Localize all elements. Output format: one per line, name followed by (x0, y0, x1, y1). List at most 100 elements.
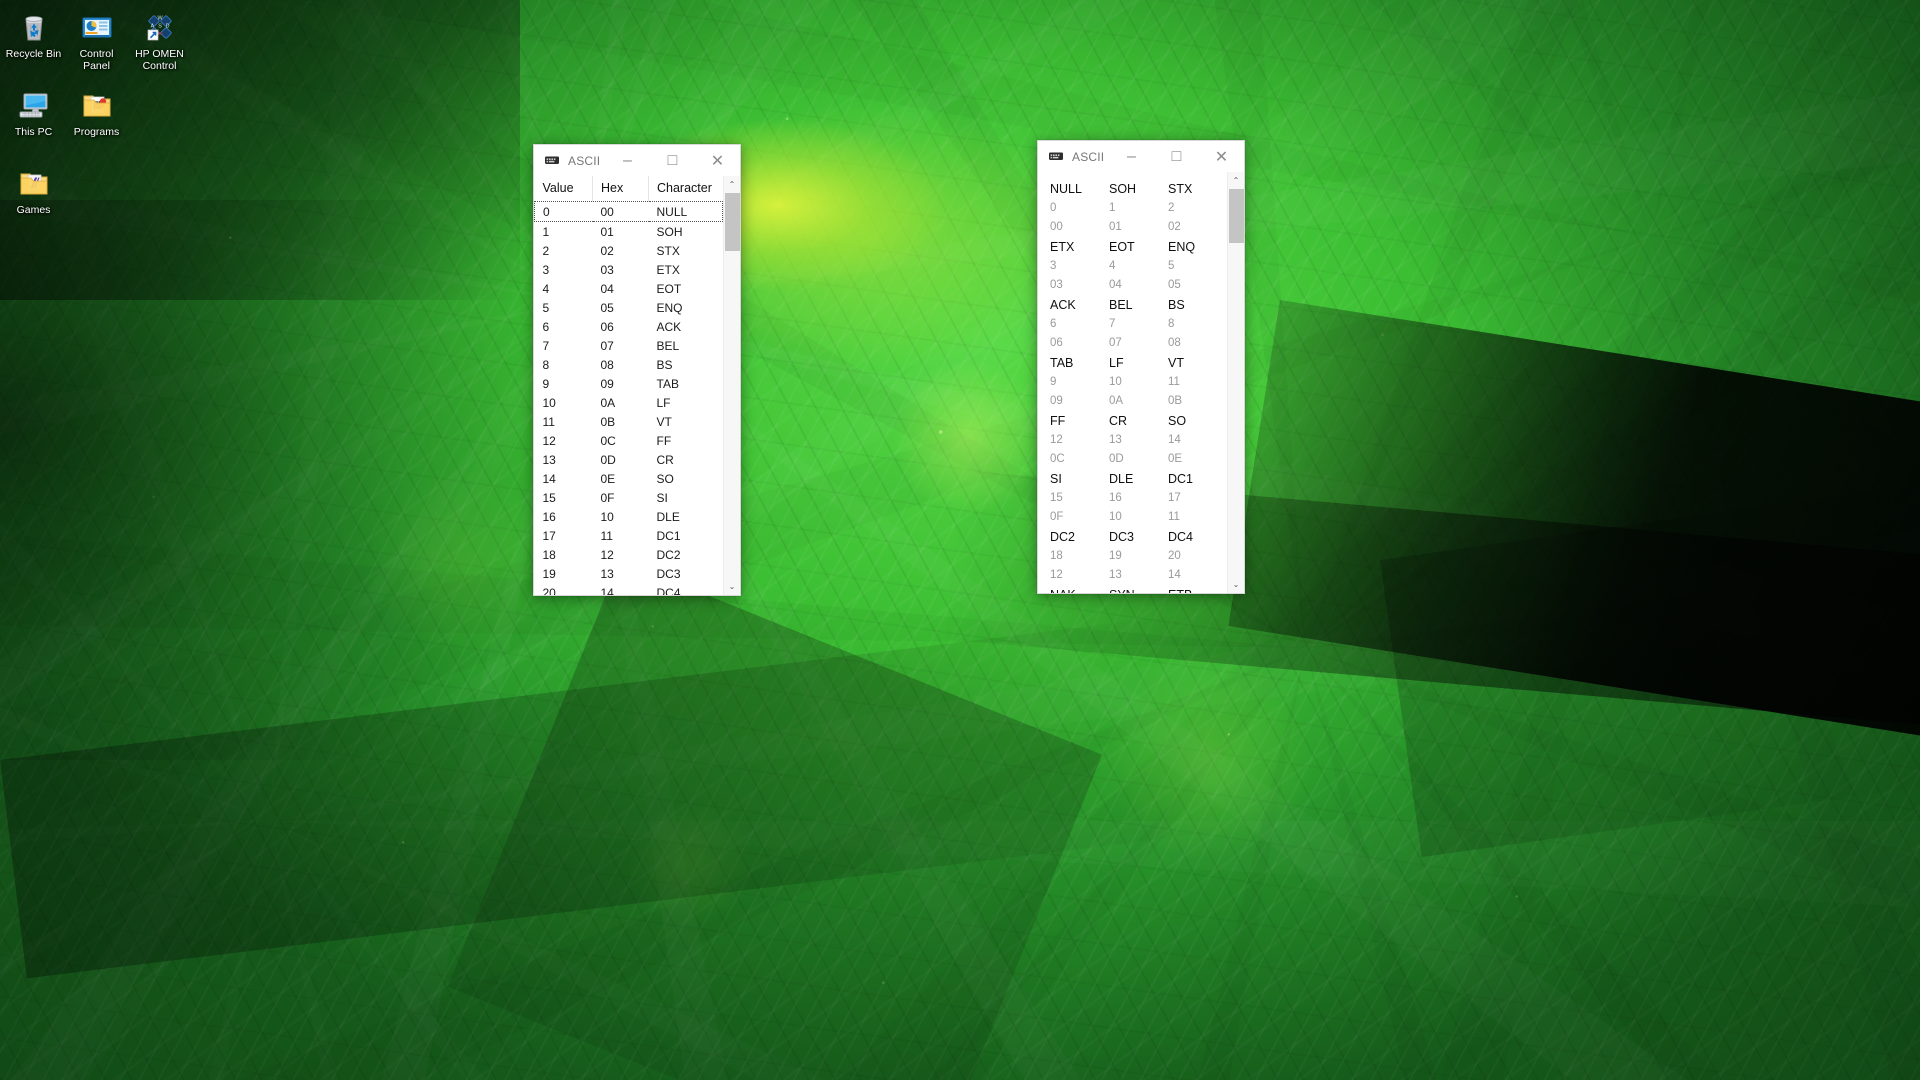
grid-cell-name[interactable]: VT (1168, 355, 1227, 371)
ascii-grid-window-title: ASCII (1072, 149, 1105, 164)
ascii-grid-scrollbar[interactable]: ⌃ ⌄ (1227, 172, 1244, 593)
table-row[interactable]: 18 12 DC2 (535, 545, 723, 564)
grid-cell-hex: 04 (1109, 279, 1122, 291)
table-cell-value: 1 (542, 224, 550, 239)
grid-cell-name[interactable]: CR (1109, 413, 1168, 429)
scroll-down-arrow-icon[interactable]: ⌄ (1228, 576, 1245, 593)
grid-row: ETX EOT ENQ (1050, 239, 1227, 255)
grid-row: ACK BEL BS (1050, 297, 1227, 313)
table-row[interactable]: 0 00 NULL (534, 201, 723, 222)
scrollbar-track[interactable] (724, 193, 741, 578)
table-row[interactable]: 3 03 ETX (535, 260, 723, 279)
close-button[interactable]: ✕ (1199, 142, 1244, 172)
desktop-icon-this-pc[interactable]: This PC (2, 84, 65, 162)
grid-cell-hex: 11 (1168, 511, 1180, 523)
table-row[interactable]: 5 05 ENQ (535, 298, 723, 317)
minimize-button[interactable]: – (605, 146, 650, 176)
maximize-button[interactable]: □ (650, 146, 695, 176)
ascii-table-window[interactable]: ASCII – □ ✕ Value Hex Character 0 00 NULL 1… (533, 144, 741, 596)
grid-cell-hex: 07 (1109, 337, 1122, 349)
grid-cell-name[interactable]: DC4 (1168, 529, 1227, 545)
column-header-character[interactable]: Character (648, 176, 723, 202)
grid-row: 0F 10 11 (1050, 510, 1227, 525)
table-row[interactable]: 13 0D CR (535, 450, 723, 469)
grid-cell-name[interactable]: SOH (1109, 181, 1168, 197)
table-cell-hex: 06 (600, 319, 614, 334)
table-row[interactable]: 1 01 SOH (535, 222, 723, 242)
grid-cell-name[interactable]: ENQ (1168, 239, 1227, 255)
desktop-icon-control-panel[interactable]: Control Panel (65, 6, 128, 84)
grid-cell-name[interactable]: ACK (1050, 297, 1109, 313)
table-row[interactable]: 8 08 BS (535, 355, 723, 374)
ascii-table-titlebar[interactable]: ASCII – □ ✕ (534, 145, 740, 176)
table-row[interactable]: 6 06 ACK (535, 317, 723, 336)
grid-cell-name[interactable]: SYN (1109, 587, 1168, 593)
maximize-button[interactable]: □ (1154, 142, 1199, 172)
scroll-up-arrow-icon[interactable]: ⌃ (724, 176, 741, 193)
table-row[interactable]: 19 13 DC3 (535, 564, 723, 583)
table-cell-character: VT (656, 414, 672, 429)
grid-cell-hex: 03 (1050, 279, 1063, 291)
desktop-icon-hp-omen-control[interactable]: W A S D ✕ HP OMEN Control (128, 6, 191, 84)
table-row[interactable]: 7 07 BEL (535, 336, 723, 355)
close-button[interactable]: ✕ (695, 146, 740, 176)
grid-cell-decimal: 1 (1109, 202, 1116, 214)
grid-cell-name[interactable]: NULL (1050, 181, 1109, 197)
table-row[interactable]: 17 11 DC1 (535, 526, 723, 545)
ascii-table[interactable]: Value Hex Character 0 00 NULL 1 01 SOH 2 02 STX 3… (534, 176, 723, 595)
table-cell-character: BEL (656, 338, 680, 353)
grid-cell-name[interactable]: LF (1109, 355, 1168, 371)
desktop[interactable]: Recycle Bin Control Panel W A S D ✕ HP O… (0, 0, 1920, 1080)
table-row[interactable]: 20 14 DC4 (535, 583, 723, 596)
ascii-app-icon (1048, 149, 1064, 165)
grid-cell-name[interactable]: FF (1050, 413, 1109, 429)
grid-cell-name[interactable]: DLE (1109, 471, 1168, 487)
table-row[interactable]: 15 0F SI (535, 488, 723, 507)
table-row[interactable]: 12 0C FF (535, 431, 723, 450)
grid-cell-name[interactable]: STX (1168, 181, 1227, 197)
ascii-grid-scroll-area[interactable]: NULL SOH STX 0 1 2 00 01 02 ETX EOT ENQ 3 4 5 03 04 05 ACK… (1038, 172, 1227, 593)
table-row[interactable]: 4 04 EOT (535, 279, 723, 298)
table-cell-hex: 0C (600, 433, 616, 448)
table-cell-character: TAB (656, 376, 679, 391)
ascii-table-scroll-area[interactable]: Value Hex Character 0 00 NULL 1 01 SOH 2 02 STX 3… (534, 176, 723, 595)
minimize-button[interactable]: – (1109, 142, 1154, 172)
scroll-up-arrow-icon[interactable]: ⌃ (1228, 172, 1245, 189)
column-header-hex[interactable]: Hex (592, 176, 649, 202)
grid-cell-name[interactable]: DC3 (1109, 529, 1168, 545)
ascii-grid-window[interactable]: ASCII – □ ✕ NULL SOH STX 0 1 2 00 01 02 ETX EOT ENQ… (1037, 140, 1245, 594)
desktop-icon-games[interactable]: Games (2, 162, 65, 216)
scrollbar-track[interactable] (1228, 189, 1245, 576)
grid-row: TAB LF VT (1050, 355, 1227, 371)
scrollbar-thumb[interactable] (1228, 189, 1244, 244)
scroll-down-arrow-icon[interactable]: ⌄ (724, 578, 741, 595)
desktop-icon-programs[interactable]: Programs (65, 84, 128, 162)
grid-cell-name[interactable]: ETX (1050, 239, 1109, 255)
table-row[interactable]: 10 0A LF (535, 393, 723, 412)
column-header-value[interactable]: Value (534, 176, 593, 202)
grid-row: DC2 DC3 DC4 (1050, 529, 1227, 545)
ascii-grid-titlebar[interactable]: ASCII – □ ✕ (1038, 141, 1244, 172)
grid-cell-decimal: 8 (1168, 318, 1175, 330)
grid-cell-hex: 01 (1109, 221, 1122, 233)
ascii-app-icon (544, 153, 560, 169)
table-row[interactable]: 11 0B VT (535, 412, 723, 431)
table-cell-character: STX (656, 243, 680, 258)
table-row[interactable]: 2 02 STX (535, 241, 723, 260)
grid-cell-name[interactable]: DC2 (1050, 529, 1109, 545)
table-row[interactable]: 16 10 DLE (535, 507, 723, 526)
grid-cell-name[interactable]: EOT (1109, 239, 1168, 255)
grid-cell-name[interactable]: TAB (1050, 355, 1109, 371)
table-row[interactable]: 9 09 TAB (535, 374, 723, 393)
grid-cell-name[interactable]: SO (1168, 413, 1227, 429)
grid-cell-name[interactable]: SI (1050, 471, 1109, 487)
grid-cell-name[interactable]: BS (1168, 297, 1227, 313)
scrollbar-thumb[interactable] (724, 193, 740, 251)
grid-cell-name[interactable]: NAK (1050, 587, 1109, 593)
grid-cell-name[interactable]: DC1 (1168, 471, 1227, 487)
grid-cell-name[interactable]: BEL (1109, 297, 1168, 313)
desktop-icon-recycle-bin[interactable]: Recycle Bin (2, 6, 65, 84)
ascii-table-scrollbar[interactable]: ⌃ ⌄ (723, 176, 740, 595)
grid-cell-name[interactable]: ETB (1168, 587, 1227, 593)
table-row[interactable]: 14 0E SO (535, 469, 723, 488)
